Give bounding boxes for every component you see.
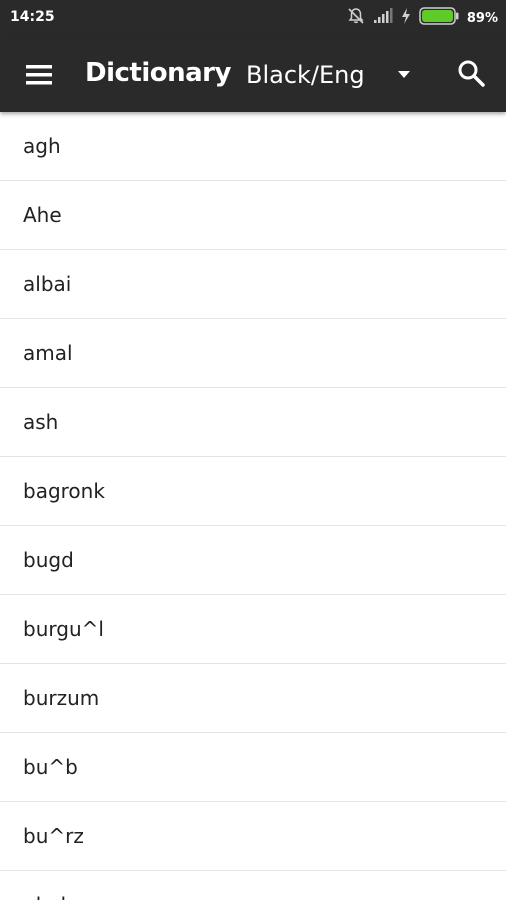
word-list: agh Ahe albai amal ash bagronk bugd burg… xyxy=(0,112,506,900)
list-item[interactable]: albai xyxy=(0,250,506,319)
list-item[interactable]: bu^rz xyxy=(0,802,506,871)
dropdown-arrow-icon xyxy=(398,71,410,78)
charging-icon xyxy=(401,7,411,29)
status-icons: 89% xyxy=(347,6,498,30)
language-selector[interactable]: Black/Eng xyxy=(246,54,426,96)
list-item[interactable]: ghak xyxy=(0,871,506,900)
notifications-muted-icon xyxy=(347,7,365,30)
status-time: 14:25 xyxy=(10,9,55,25)
search-button[interactable] xyxy=(452,56,492,94)
list-item[interactable]: amal xyxy=(0,319,506,388)
list-item[interactable]: Ahe xyxy=(0,181,506,250)
list-item[interactable]: bugd xyxy=(0,526,506,595)
list-item[interactable]: bu^b xyxy=(0,733,506,802)
list-item[interactable]: burgu^l xyxy=(0,595,506,664)
battery-icon xyxy=(419,6,459,30)
app-toolbar: Dictionary Black/Eng xyxy=(0,36,506,112)
menu-button[interactable] xyxy=(20,58,60,92)
page-title: Dictionary xyxy=(85,58,231,88)
language-selected: Black/Eng xyxy=(246,61,365,89)
list-item[interactable]: bagronk xyxy=(0,457,506,526)
list-item[interactable]: burzum xyxy=(0,664,506,733)
list-item[interactable]: ash xyxy=(0,388,506,457)
status-bar: 14:25 89% xyxy=(0,0,506,36)
signal-icon xyxy=(373,7,393,29)
battery-percent: 89% xyxy=(466,10,498,26)
list-item[interactable]: agh xyxy=(0,112,506,181)
